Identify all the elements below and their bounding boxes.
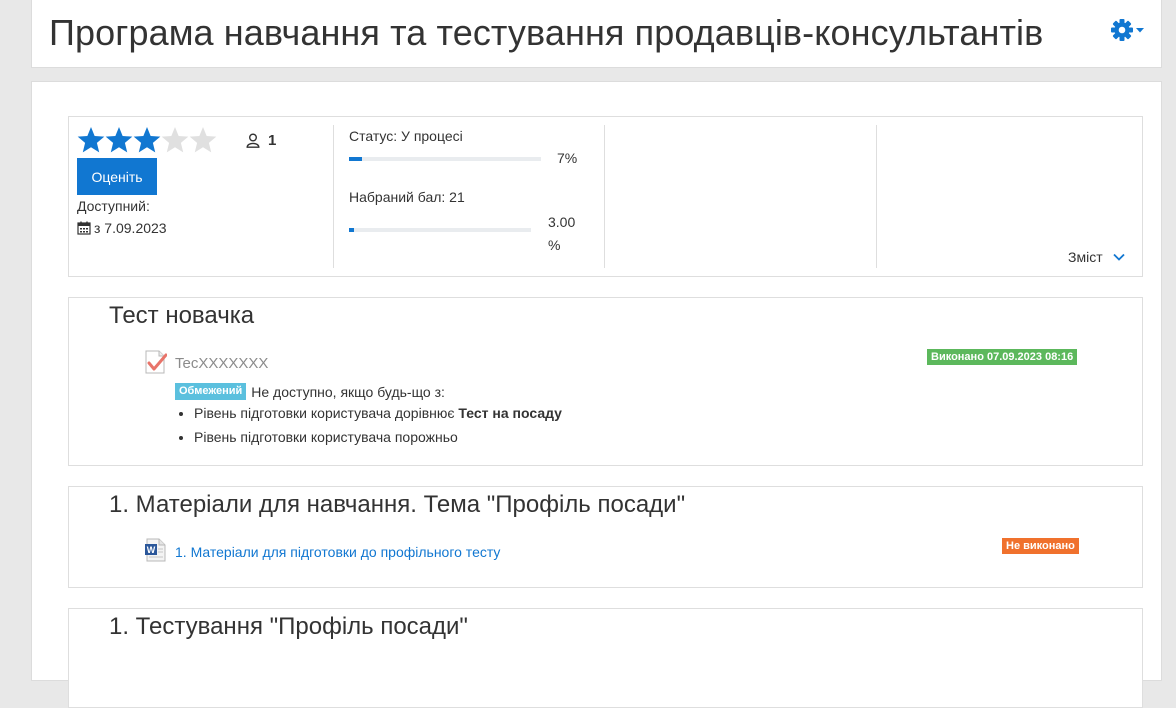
score-percent-sign: % [548,237,561,253]
star-filled-icon[interactable] [133,127,161,153]
restriction-text: Не доступно, якщо будь-що з: [251,383,445,400]
user-icon [246,133,260,148]
enrolled-users: 1 [246,132,276,149]
settings-menu-button[interactable] [1111,18,1145,42]
score-percent-value: 3.00 [548,214,576,230]
available-label: Доступний: [77,198,150,214]
restricted-badge: Обмежений [175,383,247,400]
star-empty-icon[interactable] [161,127,189,153]
chevron-down-icon [1112,253,1125,261]
table-of-contents-toggle[interactable]: Зміст [1068,249,1125,265]
activity-name[interactable]: TecXXXXXXX [175,355,268,372]
condition-text: Рівень підготовки користувача дорівнює [194,405,459,421]
svg-text:W: W [147,545,156,555]
condition-text: Рівень підготовки користувача порожньо [194,428,458,445]
course-content: 1 Оценіть Доступний: з 7.09.2023 Статус:… [31,81,1162,708]
score-progress-bar [349,228,531,232]
status-progress-fill [349,157,363,161]
star-filled-icon[interactable] [105,127,133,153]
star-filled-icon[interactable] [77,127,105,153]
calendar-icon [77,221,91,235]
section-card: Тест новачка TecXXXXXXX Виконано 07.09.2… [68,297,1143,466]
enrolled-users-count: 1 [268,132,277,149]
column-divider [333,125,334,268]
available-date-text: з 7.09.2023 [94,220,167,236]
status-percent: 7% [557,150,578,166]
score-label: Набраний бал: 21 [349,189,465,205]
condition-value: Тест на посаду [458,405,562,421]
section-title[interactable]: Тест новачка [109,302,254,330]
available-date: з 7.09.2023 [77,220,167,236]
section-title[interactable]: 1. Матеріали для навчання. Тема "Профіль… [109,491,685,519]
star-empty-icon[interactable] [189,127,217,153]
completion-status-badge: Виконано 07.09.2023 08:16 [927,349,1078,365]
score-percent: 3.00 % [548,211,588,257]
word-document-icon: W [145,538,166,562]
course-info-card: 1 Оценіть Доступний: з 7.09.2023 Статус:… [68,116,1143,277]
status-progress-bar [349,157,541,161]
restriction-conditions: Рівень підготовки користувача дорівнює Т… [175,402,562,449]
toc-label: Зміст [1068,249,1103,265]
section-title[interactable]: 1. Тестування "Профіль посади" [109,613,468,641]
star-rating[interactable] [77,125,219,155]
column-divider [876,125,877,268]
section-card: 1. Матеріали для навчання. Тема "Профіль… [68,486,1143,588]
completion-status-badge: Не виконано [1002,538,1079,554]
restriction-condition: Рівень підготовки користувача порожньо [194,426,562,450]
activity-link[interactable]: 1. Матеріали для підготовки до профільно… [175,544,500,560]
gear-icon [1111,19,1144,41]
rate-button[interactable]: Оценіть [77,158,157,195]
page-title: Програма навчання та тестування продавці… [49,12,1044,53]
restriction-condition: Рівень підготовки користувача дорівнює Т… [194,402,562,426]
column-divider [604,125,605,268]
page-header: Програма навчання та тестування продавці… [31,0,1162,68]
restriction-info: Обмежений Не доступно, якщо будь-що з: [175,383,445,400]
section-card: 1. Тестування "Профіль посади" [68,608,1143,708]
quiz-icon [145,350,167,374]
score-progress-fill [349,228,355,232]
status-label: Статус: У процесі [349,128,463,144]
